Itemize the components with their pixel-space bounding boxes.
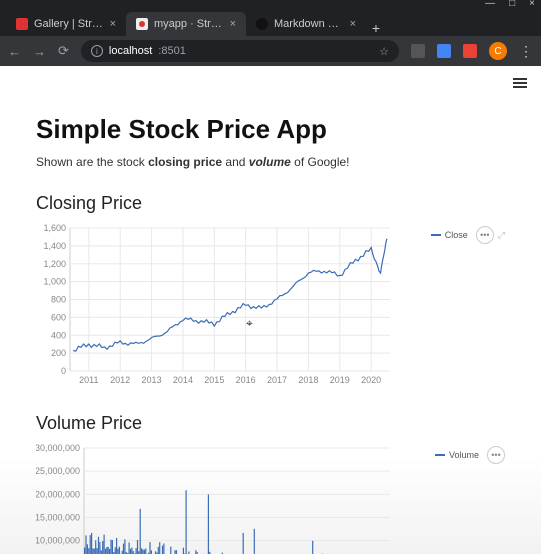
svg-text:1,200: 1,200 xyxy=(43,259,66,269)
close-icon[interactable]: × xyxy=(110,18,116,30)
legend-label: Volume xyxy=(449,450,479,460)
svg-text:2014: 2014 xyxy=(173,375,193,385)
tab-gallery[interactable]: Gallery | Streamlit — The fastest × xyxy=(6,12,126,36)
chart-expand-icon[interactable]: ⤢ xyxy=(498,230,505,241)
close-icon[interactable]: × xyxy=(350,18,356,30)
toolbar: ← → ⟳ i localhost :8501 ☆ C ⋮ xyxy=(0,36,541,66)
site-info-icon[interactable]: i xyxy=(91,45,103,57)
svg-text:200: 200 xyxy=(51,348,66,358)
line-chart-svg: 0 200 400 600 800 1,000 1,200 1,400 1,600 2011 201… xyxy=(36,222,396,387)
chart-title-close: Closing Price xyxy=(36,193,501,214)
tab-myapp[interactable]: myapp · Streamlit × xyxy=(126,12,246,36)
svg-text:800: 800 xyxy=(51,295,66,305)
close-icon[interactable]: × xyxy=(230,18,236,30)
volume-chart-svg: 5,000,00010,000,00015,000,00020,000,0002… xyxy=(36,442,396,554)
svg-text:0: 0 xyxy=(61,366,66,376)
forward-button[interactable]: → xyxy=(33,44,46,59)
legend-swatch xyxy=(431,234,441,236)
url-host: localhost xyxy=(109,45,152,57)
address-bar[interactable]: i localhost :8501 ☆ xyxy=(81,40,399,62)
extension-icon[interactable] xyxy=(411,44,425,58)
svg-text:1,600: 1,600 xyxy=(43,223,66,233)
svg-text:2015: 2015 xyxy=(204,375,224,385)
github-icon xyxy=(256,18,268,30)
profile-avatar[interactable]: C xyxy=(489,42,507,60)
window-max-button[interactable]: □ xyxy=(509,0,515,9)
svg-text:2012: 2012 xyxy=(110,375,130,385)
legend-label: Close xyxy=(445,230,468,240)
legend-swatch xyxy=(435,454,445,456)
url-port: :8501 xyxy=(158,45,186,57)
window-min-button[interactable]: — xyxy=(485,0,495,9)
page-viewport: Simple Stock Price App Shown are the sto… xyxy=(0,66,541,554)
main-content: Simple Stock Price App Shown are the sto… xyxy=(0,66,541,554)
extension-icon[interactable] xyxy=(437,44,451,58)
svg-text:2019: 2019 xyxy=(330,375,350,385)
svg-text:600: 600 xyxy=(51,312,66,322)
tab-label: myapp · Streamlit xyxy=(154,18,224,30)
tab-label: Markdown Cheatsheet · adam-p xyxy=(274,18,344,30)
svg-text:2018: 2018 xyxy=(298,375,318,385)
extension-icon[interactable] xyxy=(463,44,477,58)
svg-text:10,000,000: 10,000,000 xyxy=(36,536,80,546)
svg-text:2017: 2017 xyxy=(267,375,287,385)
browser-menu-icon[interactable]: ⋮ xyxy=(519,43,533,60)
svg-text:400: 400 xyxy=(51,330,66,340)
svg-text:2013: 2013 xyxy=(142,375,162,385)
svg-text:1,400: 1,400 xyxy=(43,241,66,251)
tab-markdown[interactable]: Markdown Cheatsheet · adam-p × xyxy=(246,12,366,36)
chart-title-volume: Volume Price xyxy=(36,413,501,434)
streamlit-icon xyxy=(136,18,148,30)
svg-text:20,000,000: 20,000,000 xyxy=(36,489,80,499)
volume-chart[interactable]: Volume ••• 5,000,00010,000,00015,000,000… xyxy=(36,442,501,554)
window-close-button[interactable]: × xyxy=(529,0,535,9)
tab-label: Gallery | Streamlit — The fastest xyxy=(34,18,104,30)
app-menu-icon[interactable] xyxy=(513,76,527,90)
streamlit-icon xyxy=(16,18,28,30)
svg-text:15,000,000: 15,000,000 xyxy=(36,513,80,523)
page-title: Simple Stock Price App xyxy=(36,114,501,145)
bookmark-icon[interactable]: ☆ xyxy=(379,45,389,58)
chart-menu-icon[interactable]: ••• xyxy=(476,226,494,244)
closing-price-chart[interactable]: Close ••• ⤢ 02004006008001,0001,2001,400… xyxy=(36,222,501,387)
svg-text:2016: 2016 xyxy=(236,375,256,385)
chart-legend: Volume ••• xyxy=(435,446,505,464)
svg-text:2020: 2020 xyxy=(361,375,381,385)
chart-menu-icon[interactable]: ••• xyxy=(487,446,505,464)
svg-text:1,000: 1,000 xyxy=(43,277,66,287)
reload-button[interactable]: ⟳ xyxy=(58,43,69,59)
page-subtitle: Shown are the stock closing price and vo… xyxy=(36,155,501,169)
window-titlebar: — □ × xyxy=(0,0,541,8)
svg-text:2011: 2011 xyxy=(79,375,98,385)
svg-text:30,000,000: 30,000,000 xyxy=(36,443,80,453)
tab-strip: Gallery | Streamlit — The fastest × myap… xyxy=(0,8,541,36)
svg-text:25,000,000: 25,000,000 xyxy=(36,466,80,476)
chart-legend: Close ••• ⤢ xyxy=(431,226,505,244)
back-button[interactable]: ← xyxy=(8,44,21,59)
new-tab-button[interactable]: + xyxy=(366,20,386,36)
